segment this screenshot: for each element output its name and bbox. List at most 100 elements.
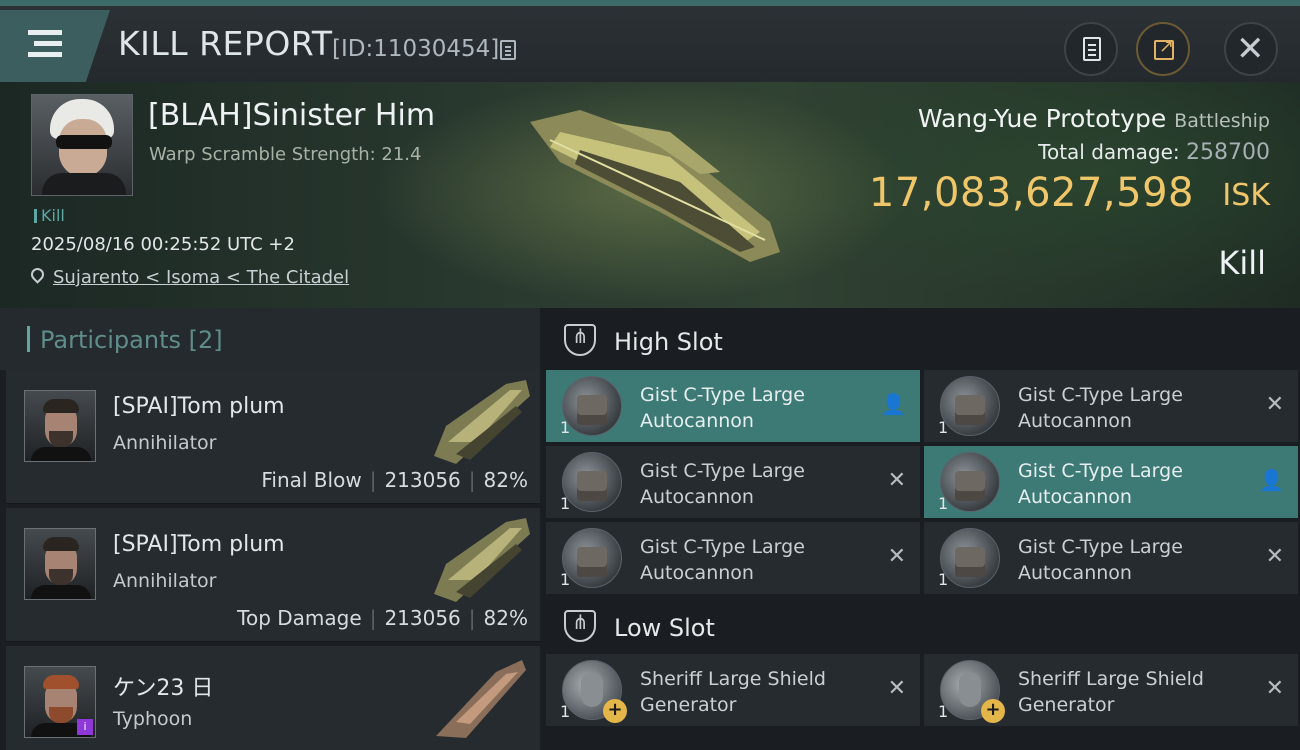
module-quantity: 1: [560, 494, 571, 513]
status-badge-icon: i: [77, 719, 93, 735]
module-name: Gist C-Type Large Autocannon: [640, 536, 805, 584]
total-damage-value: 258700: [1186, 140, 1270, 165]
destroyed-icon: ✕: [1265, 676, 1284, 701]
kill-datetime: 2025/08/16 00:25:52 UTC +2: [31, 234, 295, 255]
module-name: Gist C-Type Large Autocannon: [1018, 384, 1183, 432]
destroyed-icon: ✕: [887, 544, 906, 569]
high-slot-icon: [564, 324, 596, 356]
victim-name[interactable]: [BLAH]Sinister Him: [148, 98, 435, 133]
participant-avatar[interactable]: i: [24, 666, 96, 738]
module-quantity: 1: [938, 494, 949, 513]
participant-row[interactable]: i ケン23 日 Typhoon: [6, 646, 540, 750]
module-slot[interactable]: 1 Gist C-Type Large Autocannon ✕: [924, 522, 1298, 594]
autocannon-icon: [562, 452, 622, 512]
module-quantity: 1: [938, 570, 949, 589]
participants-header: Participants [2]: [0, 308, 540, 370]
header-marker: [27, 326, 30, 352]
menu-button[interactable]: [0, 10, 110, 82]
module-slot[interactable]: + 1 Sheriff Large Shield Generator ✕: [924, 654, 1298, 726]
participant-ship: Annihilator: [113, 432, 217, 454]
total-damage-label: Total damage:: [1038, 140, 1180, 164]
destroyed-icon: ✕: [1265, 544, 1284, 569]
module-slot[interactable]: 1 Gist C-Type Large Autocannon 👤: [546, 370, 920, 442]
participant-name: [SPAI]Tom plum: [113, 532, 285, 557]
autocannon-icon: [940, 376, 1000, 436]
close-icon: ✕: [1236, 29, 1265, 69]
victim-ship-name[interactable]: Wang-Yue Prototype Battleship: [918, 104, 1270, 133]
autocannon-icon: [940, 452, 1000, 512]
module-slot[interactable]: 1 Gist C-Type Large Autocannon 👤: [924, 446, 1298, 518]
autocannon-icon: [562, 528, 622, 588]
isk-value: 17,083,627,598: [868, 170, 1194, 216]
participant-name: [SPAI]Tom plum: [113, 394, 285, 419]
location-pin-icon: [28, 265, 47, 284]
module-slot[interactable]: 1 Gist C-Type Large Autocannon ✕: [546, 446, 920, 518]
module-name: Gist C-Type Large Autocannon: [1018, 460, 1183, 508]
participant-row[interactable]: [SPAI]Tom plum Annihilator Final Blow | 21…: [6, 370, 540, 504]
module-slot[interactable]: 1 Gist C-Type Large Autocannon ✕: [546, 522, 920, 594]
clipboard-button[interactable]: [1064, 22, 1118, 76]
ship-class: Battleship: [1174, 110, 1270, 132]
participant-avatar[interactable]: [24, 390, 96, 462]
high-slot-title: High Slot: [614, 328, 723, 356]
participant-row[interactable]: [SPAI]Tom plum Annihilator Top Damage | 21…: [6, 508, 540, 642]
module-name: Gist C-Type Large Autocannon: [640, 460, 805, 508]
location-link[interactable]: Sujarento < Isoma < The Citadel: [53, 267, 349, 288]
copy-icon[interactable]: [500, 40, 516, 60]
page-title: KILL REPORT: [118, 24, 333, 63]
module-quantity: 1: [938, 702, 949, 721]
low-slot-icon: [564, 610, 596, 642]
destroyed-icon: ✕: [887, 676, 906, 701]
isk-unit: ISK: [1222, 178, 1270, 213]
low-slot-title: Low Slot: [614, 614, 715, 642]
hamburger-icon: [28, 30, 62, 35]
participant-name: ケン23 日: [113, 676, 214, 701]
module-name: Sheriff Large Shield Generator: [1018, 668, 1204, 716]
kill-result: Kill: [1218, 244, 1266, 282]
autocannon-icon: [562, 376, 622, 436]
module-name: Gist C-Type Large Autocannon: [640, 384, 805, 432]
participant-ship-image: [434, 518, 530, 602]
share-button[interactable]: [1136, 22, 1190, 76]
participant-role: Top Damage: [237, 606, 362, 630]
destroyed-icon: ✕: [887, 468, 906, 493]
hamburger-icon-bar: [28, 52, 62, 57]
participant-damage: 213056: [384, 606, 461, 630]
clipboard-icon: [1083, 37, 1101, 61]
participant-ship-image: [436, 660, 526, 738]
module-name: Gist C-Type Large Autocannon: [1018, 536, 1183, 584]
pilot-icon: 👤: [1259, 468, 1284, 492]
module-slot[interactable]: 1 Gist C-Type Large Autocannon ✕: [924, 370, 1298, 442]
participant-damage: 213056: [384, 468, 461, 492]
module-quantity: 1: [560, 570, 571, 589]
participant-percent: 82%: [483, 606, 528, 630]
victim-portrait[interactable]: [31, 94, 133, 196]
module-slot[interactable]: + 1 Sheriff Large Shield Generator ✕: [546, 654, 920, 726]
participant-stats: Final Blow | 213056 | 82%: [261, 468, 528, 492]
kill-tag: Kill: [34, 206, 65, 225]
module-name: Sheriff Large Shield Generator: [640, 668, 826, 716]
warp-scramble-strength: Warp Scramble Strength: 21.4: [149, 144, 422, 165]
participant-ship: Annihilator: [113, 570, 217, 592]
fitting-panel: High Slot 1 Gist C-Type Large Autocannon…: [540, 308, 1300, 750]
participant-stats: Top Damage | 213056 | 82%: [237, 606, 528, 630]
module-quantity: 1: [560, 702, 571, 721]
participant-ship-image: [434, 380, 530, 464]
module-quantity: 1: [560, 418, 571, 437]
shield-generator-icon: +: [940, 660, 1005, 723]
share-icon: [1154, 36, 1174, 60]
destroyed-icon: ✕: [1265, 392, 1284, 417]
pilot-icon: 👤: [881, 392, 906, 416]
victim-ship-image: [530, 110, 780, 262]
high-slot-header: High Slot: [540, 310, 1300, 370]
close-button[interactable]: ✕: [1224, 22, 1278, 76]
total-damage: Total damage: 258700: [1038, 140, 1270, 165]
ship-name-text: Wang-Yue Prototype: [917, 104, 1167, 133]
participant-avatar[interactable]: [24, 528, 96, 600]
shield-generator-icon: +: [562, 660, 627, 723]
participant-role: Final Blow: [261, 468, 362, 492]
participants-title: Participants [2]: [40, 326, 223, 354]
top-bar: KILL REPORT [ID:11030454] ✕: [0, 0, 1300, 82]
report-id: [ID:11030454]: [332, 36, 500, 62]
autocannon-icon: [940, 528, 1000, 588]
